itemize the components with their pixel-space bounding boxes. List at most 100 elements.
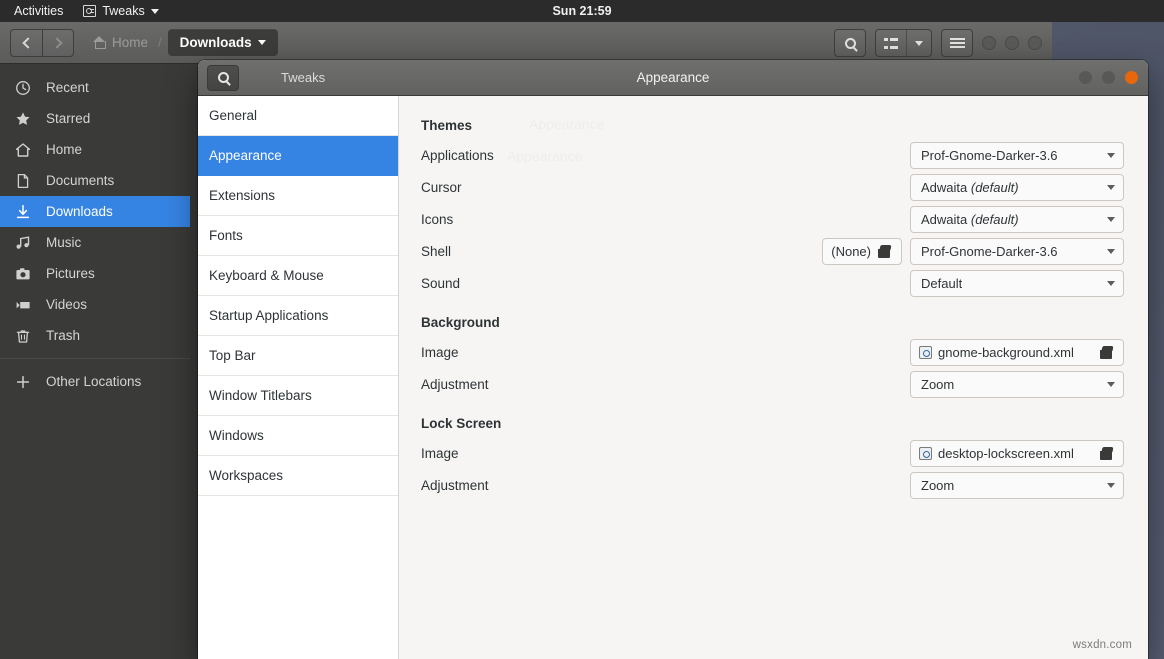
sidebar-item-music[interactable]: Music [0, 227, 190, 258]
view-dropdown-button[interactable] [907, 30, 931, 56]
sidebar-item-label: Pictures [46, 266, 95, 281]
app-menu-button[interactable]: Tweaks [75, 4, 166, 18]
view-list-icon [884, 37, 898, 49]
sidebar-item-label: Videos [46, 297, 88, 312]
tweaks-sidebar-label: Appearance [209, 148, 282, 163]
tweaks-content-pane: Appearance Appearance Themes Application… [399, 96, 1148, 659]
app-menu-label: Tweaks [102, 4, 145, 18]
chevron-left-icon [22, 36, 34, 49]
sidebar-item-label: Documents [46, 173, 115, 188]
chevron-down-icon [915, 40, 923, 46]
breadcrumb-home-label: Home [112, 35, 149, 50]
sidebar-item-starred[interactable]: Starred [0, 103, 190, 134]
sidebar-item-home[interactable]: Home [0, 134, 190, 165]
tab-keyboard-and-mouse[interactable]: Keyboard & Mouse [198, 256, 398, 296]
activities-button[interactable]: Activities [0, 0, 75, 22]
combobox-value: Adwaita [921, 211, 971, 227]
star-icon [14, 111, 32, 127]
home-icon [14, 142, 32, 158]
chevron-right-icon [50, 36, 63, 49]
download-icon [14, 204, 32, 220]
lockscreen-image-file-button[interactable]: desktop-lockscreen.xml [910, 439, 1124, 467]
sidebar-item-label: Downloads [46, 204, 113, 219]
breadcrumb-item-home[interactable]: Home [88, 35, 152, 50]
tweaks-sidebar-label: Workspaces [209, 468, 284, 483]
breadcrumb: Home / Downloads [88, 29, 278, 56]
places-sidebar: Recent Starred Home Documents Downloads … [0, 64, 190, 659]
background-adjustment-combobox[interactable]: Zoom [910, 370, 1124, 398]
combobox-value-suffix: (default) [970, 179, 1019, 195]
maximize-button[interactable] [1005, 36, 1019, 50]
sidebar-divider [0, 358, 190, 359]
sidebar-item-other-locations[interactable]: Other Locations [0, 366, 190, 397]
row-label: Adjustment [421, 376, 489, 392]
tab-workspaces[interactable]: Workspaces [198, 456, 398, 496]
maximize-button[interactable] [1102, 71, 1115, 84]
icons-theme-combobox[interactable]: Adwaita (default) [910, 205, 1124, 233]
minimize-button[interactable] [1079, 71, 1092, 84]
chevron-down-icon [1107, 248, 1115, 254]
tweaks-window: Tweaks Appearance General Appearance Ext… [198, 60, 1148, 659]
sidebar-item-recent[interactable]: Recent [0, 72, 190, 103]
search-button[interactable] [834, 29, 866, 57]
breadcrumb-item-downloads[interactable]: Downloads [167, 29, 278, 56]
combobox-value: Default [921, 275, 963, 291]
row-cursor: Cursor Adwaita (default) [421, 171, 1124, 203]
tab-startup-applications[interactable]: Startup Applications [198, 296, 398, 336]
row-label: Image [421, 445, 459, 461]
sidebar-item-label: Recent [46, 80, 89, 95]
lockscreen-adjustment-combobox[interactable]: Zoom [910, 471, 1124, 499]
camera-icon [14, 266, 32, 282]
sidebar-item-pictures[interactable]: Pictures [0, 258, 190, 289]
row-icons: Icons Adwaita (default) [421, 203, 1124, 235]
sidebar-item-label: Music [46, 235, 82, 250]
tab-top-bar[interactable]: Top Bar [198, 336, 398, 376]
search-icon [844, 37, 856, 49]
row-lockscreen-adjustment: Adjustment Zoom [421, 469, 1124, 501]
sidebar-item-videos[interactable]: Videos [0, 289, 190, 320]
tab-extensions[interactable]: Extensions [198, 176, 398, 216]
chevron-down-icon [1107, 152, 1115, 158]
tab-appearance[interactable]: Appearance [198, 136, 398, 176]
sound-theme-combobox[interactable]: Default [910, 269, 1124, 297]
desktop: Activities Tweaks Sun 21:59 Home / Downl… [0, 0, 1164, 659]
tab-windows[interactable]: Windows [198, 416, 398, 456]
sidebar-item-downloads[interactable]: Downloads [0, 196, 190, 227]
sidebar-item-label: Home [46, 142, 83, 157]
shell-theme-combobox[interactable]: Prof-Gnome-Darker-3.6 [910, 237, 1124, 265]
applications-theme-combobox[interactable]: Prof-Gnome-Darker-3.6 [910, 141, 1124, 169]
row-label: Shell [421, 243, 452, 259]
minimize-button[interactable] [982, 36, 996, 50]
back-button[interactable] [10, 28, 42, 57]
folder-open-icon [1100, 346, 1115, 359]
home-icon [92, 36, 106, 49]
tweaks-sidebar: General Appearance Extensions Fonts Keyb… [198, 96, 399, 659]
close-button[interactable] [1125, 71, 1138, 84]
sidebar-item-documents[interactable]: Documents [0, 165, 190, 196]
breadcrumb-separator: / [158, 35, 162, 50]
video-icon [14, 297, 32, 313]
chevron-down-icon [150, 8, 159, 14]
row-sound: Sound Default [421, 267, 1124, 299]
tab-general[interactable]: General [198, 96, 398, 136]
row-lockscreen-image: Image desktop-lockscreen.xml [421, 437, 1124, 469]
tweaks-search-button[interactable] [207, 64, 239, 91]
tab-window-titlebars[interactable]: Window Titlebars [198, 376, 398, 416]
plus-icon [14, 374, 32, 390]
close-button[interactable] [1028, 36, 1042, 50]
combobox-value: Prof-Gnome-Darker-3.6 [921, 147, 1058, 163]
cursor-theme-combobox[interactable]: Adwaita (default) [910, 173, 1124, 201]
folder-open-icon [878, 245, 893, 258]
shell-theme-file-button[interactable]: (None) [822, 237, 902, 265]
background-image-file-button[interactable]: gnome-background.xml [910, 338, 1124, 366]
forward-button[interactable] [42, 28, 74, 57]
main-menu-button[interactable] [941, 29, 973, 57]
lockscreen-image-filename: desktop-lockscreen.xml [938, 445, 1074, 461]
folder-open-icon [1100, 447, 1115, 460]
clock[interactable]: Sun 21:59 [0, 4, 1164, 18]
view-list-button[interactable] [876, 30, 907, 56]
combobox-value: Zoom [921, 376, 955, 392]
tab-fonts[interactable]: Fonts [198, 216, 398, 256]
view-options-button[interactable] [875, 29, 932, 57]
sidebar-item-trash[interactable]: Trash [0, 320, 190, 351]
